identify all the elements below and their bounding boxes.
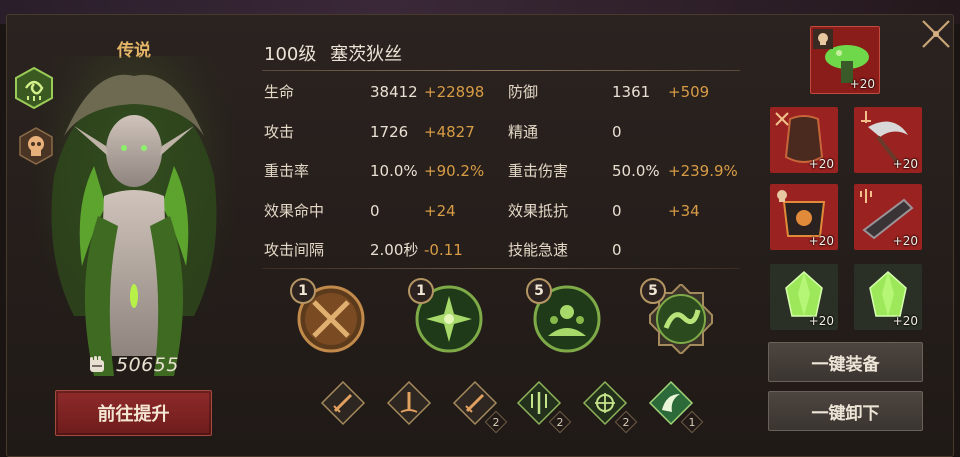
- enhance-level: +20: [849, 77, 875, 91]
- hero-level: 100级: [264, 44, 317, 65]
- stat-bonus-value: +90.2%: [424, 162, 485, 180]
- stat-name: 生命: [264, 83, 295, 101]
- skill-level-badge: 1: [290, 278, 316, 304]
- rune-slot-2[interactable]: [386, 380, 432, 426]
- stat-bonus-value: +239.9%: [668, 162, 738, 180]
- stat-row: 效果命中 0 +24: [264, 199, 496, 223]
- nature-swirl-icon: [15, 66, 53, 110]
- stat-base-value: 1361: [612, 83, 651, 101]
- rune-slot-6[interactable]: 1: [648, 380, 704, 434]
- stat-row: 生命 38412 +22898: [264, 80, 496, 104]
- stat-base-value: 0: [612, 241, 622, 259]
- rune-slot-1[interactable]: [320, 380, 366, 426]
- title-divider: [262, 70, 740, 71]
- stat-name: 重击率: [264, 162, 310, 180]
- stat-row: 攻击间隔 2.00秒 -0.11: [264, 238, 496, 262]
- stat-base-value: 38412: [370, 83, 418, 101]
- stat-base-value: 0: [612, 122, 622, 141]
- stats-divider: [262, 268, 740, 269]
- blade-down-rune-icon: [386, 380, 432, 426]
- trident-type-icon: [860, 189, 872, 203]
- rune-slot-3[interactable]: 2: [452, 380, 508, 434]
- skill-slot-1[interactable]: 1: [290, 278, 366, 354]
- rune-slot-4[interactable]: 2: [516, 380, 572, 434]
- equip-slot-accessory[interactable]: +20: [810, 26, 880, 94]
- stat-name: 效果命中: [264, 201, 325, 220]
- stat-name: 攻击间隔: [264, 241, 325, 259]
- enhance-level: +20: [808, 157, 834, 171]
- stat-bonus-value: -0.11: [424, 241, 463, 259]
- hero-title: 100级 塞茨狄丝: [264, 40, 402, 66]
- stat-row: 重击率 10.0% +90.2%: [264, 159, 496, 183]
- stat-bonus-value: +4827: [424, 122, 475, 141]
- equip-slot-armor[interactable]: +20: [770, 107, 838, 173]
- stat-row: 技能急速 0: [508, 238, 740, 262]
- stat-name: 攻击: [264, 122, 295, 141]
- dagger-type-icon: [861, 111, 871, 123]
- skill-level-badge: 5: [640, 278, 666, 304]
- equip-slot-weapon[interactable]: +20: [854, 107, 922, 173]
- stat-name: 技能急速: [508, 241, 569, 259]
- hero-portrait: [34, 56, 234, 386]
- nature-element-badge[interactable]: [12, 66, 56, 110]
- skill-slot-3[interactable]: 5: [526, 278, 602, 354]
- stat-bonus-value: +24: [424, 201, 456, 220]
- stat-base-value: 0: [612, 201, 622, 220]
- stat-bonus-value: +509: [668, 83, 710, 101]
- close-button[interactable]: [916, 14, 956, 54]
- stat-row: 效果抵抗 0 +34: [508, 199, 740, 223]
- stat-base-value: 1726: [370, 122, 409, 141]
- stat-base-value: 0: [370, 201, 380, 220]
- enhance-level: +20: [808, 234, 834, 248]
- stat-name: 重击伤害: [508, 162, 569, 180]
- stat-name: 效果抵抗: [508, 201, 569, 220]
- equip-slot-gem-1[interactable]: +20: [770, 264, 838, 330]
- equip-all-button[interactable]: 一键装备: [768, 342, 923, 382]
- rune-slot-5[interactable]: 2: [582, 380, 638, 434]
- enhance-level: +20: [808, 314, 834, 328]
- stat-base-value: 10.0%: [370, 162, 418, 180]
- stat-row: 防御 1361 +509: [508, 80, 740, 104]
- fist-icon: [90, 356, 104, 372]
- enhance-level: +20: [892, 234, 918, 248]
- enhance-level: +20: [892, 157, 918, 171]
- unequip-all-button[interactable]: 一键卸下: [768, 391, 923, 431]
- power-value: 50655: [116, 354, 179, 376]
- crossed-axes-type-icon: [775, 112, 789, 126]
- hero-name: 塞茨狄丝: [330, 44, 403, 65]
- equip-slot-gem-2[interactable]: +20: [854, 264, 922, 330]
- stat-bonus-value: +34: [668, 201, 700, 220]
- skull-type-icon: [777, 190, 787, 202]
- stat-name: 防御: [508, 83, 539, 101]
- class-badge[interactable]: [14, 124, 58, 168]
- combat-power: 50655: [86, 354, 179, 376]
- skill-slot-4[interactable]: 5: [640, 278, 716, 356]
- close-icon: [922, 20, 950, 48]
- stat-base-value: 50.0%: [612, 162, 660, 180]
- equip-slot-weapon-2[interactable]: +20: [854, 184, 922, 250]
- skill-slot-2[interactable]: 1: [408, 278, 484, 354]
- stat-base-value: 2.00秒: [370, 241, 419, 259]
- equip-slot-armor-2[interactable]: +20: [770, 184, 838, 250]
- enhance-level: +20: [892, 314, 918, 328]
- skill-level-badge: 5: [526, 278, 552, 304]
- stat-row: 精通 0: [508, 120, 740, 144]
- skull-icon: [19, 127, 53, 165]
- stat-bonus-value: +22898: [424, 83, 485, 101]
- skull-type-icon: [813, 29, 833, 49]
- sword-rune-icon: [320, 380, 366, 426]
- stat-row: 重击伤害 50.0% +239.9%: [508, 159, 740, 183]
- go-upgrade-button[interactable]: 前往提升: [55, 390, 212, 436]
- stat-name: 精通: [508, 122, 539, 141]
- skill-level-badge: 1: [408, 278, 434, 304]
- stat-row: 攻击 1726 +4827: [264, 120, 496, 144]
